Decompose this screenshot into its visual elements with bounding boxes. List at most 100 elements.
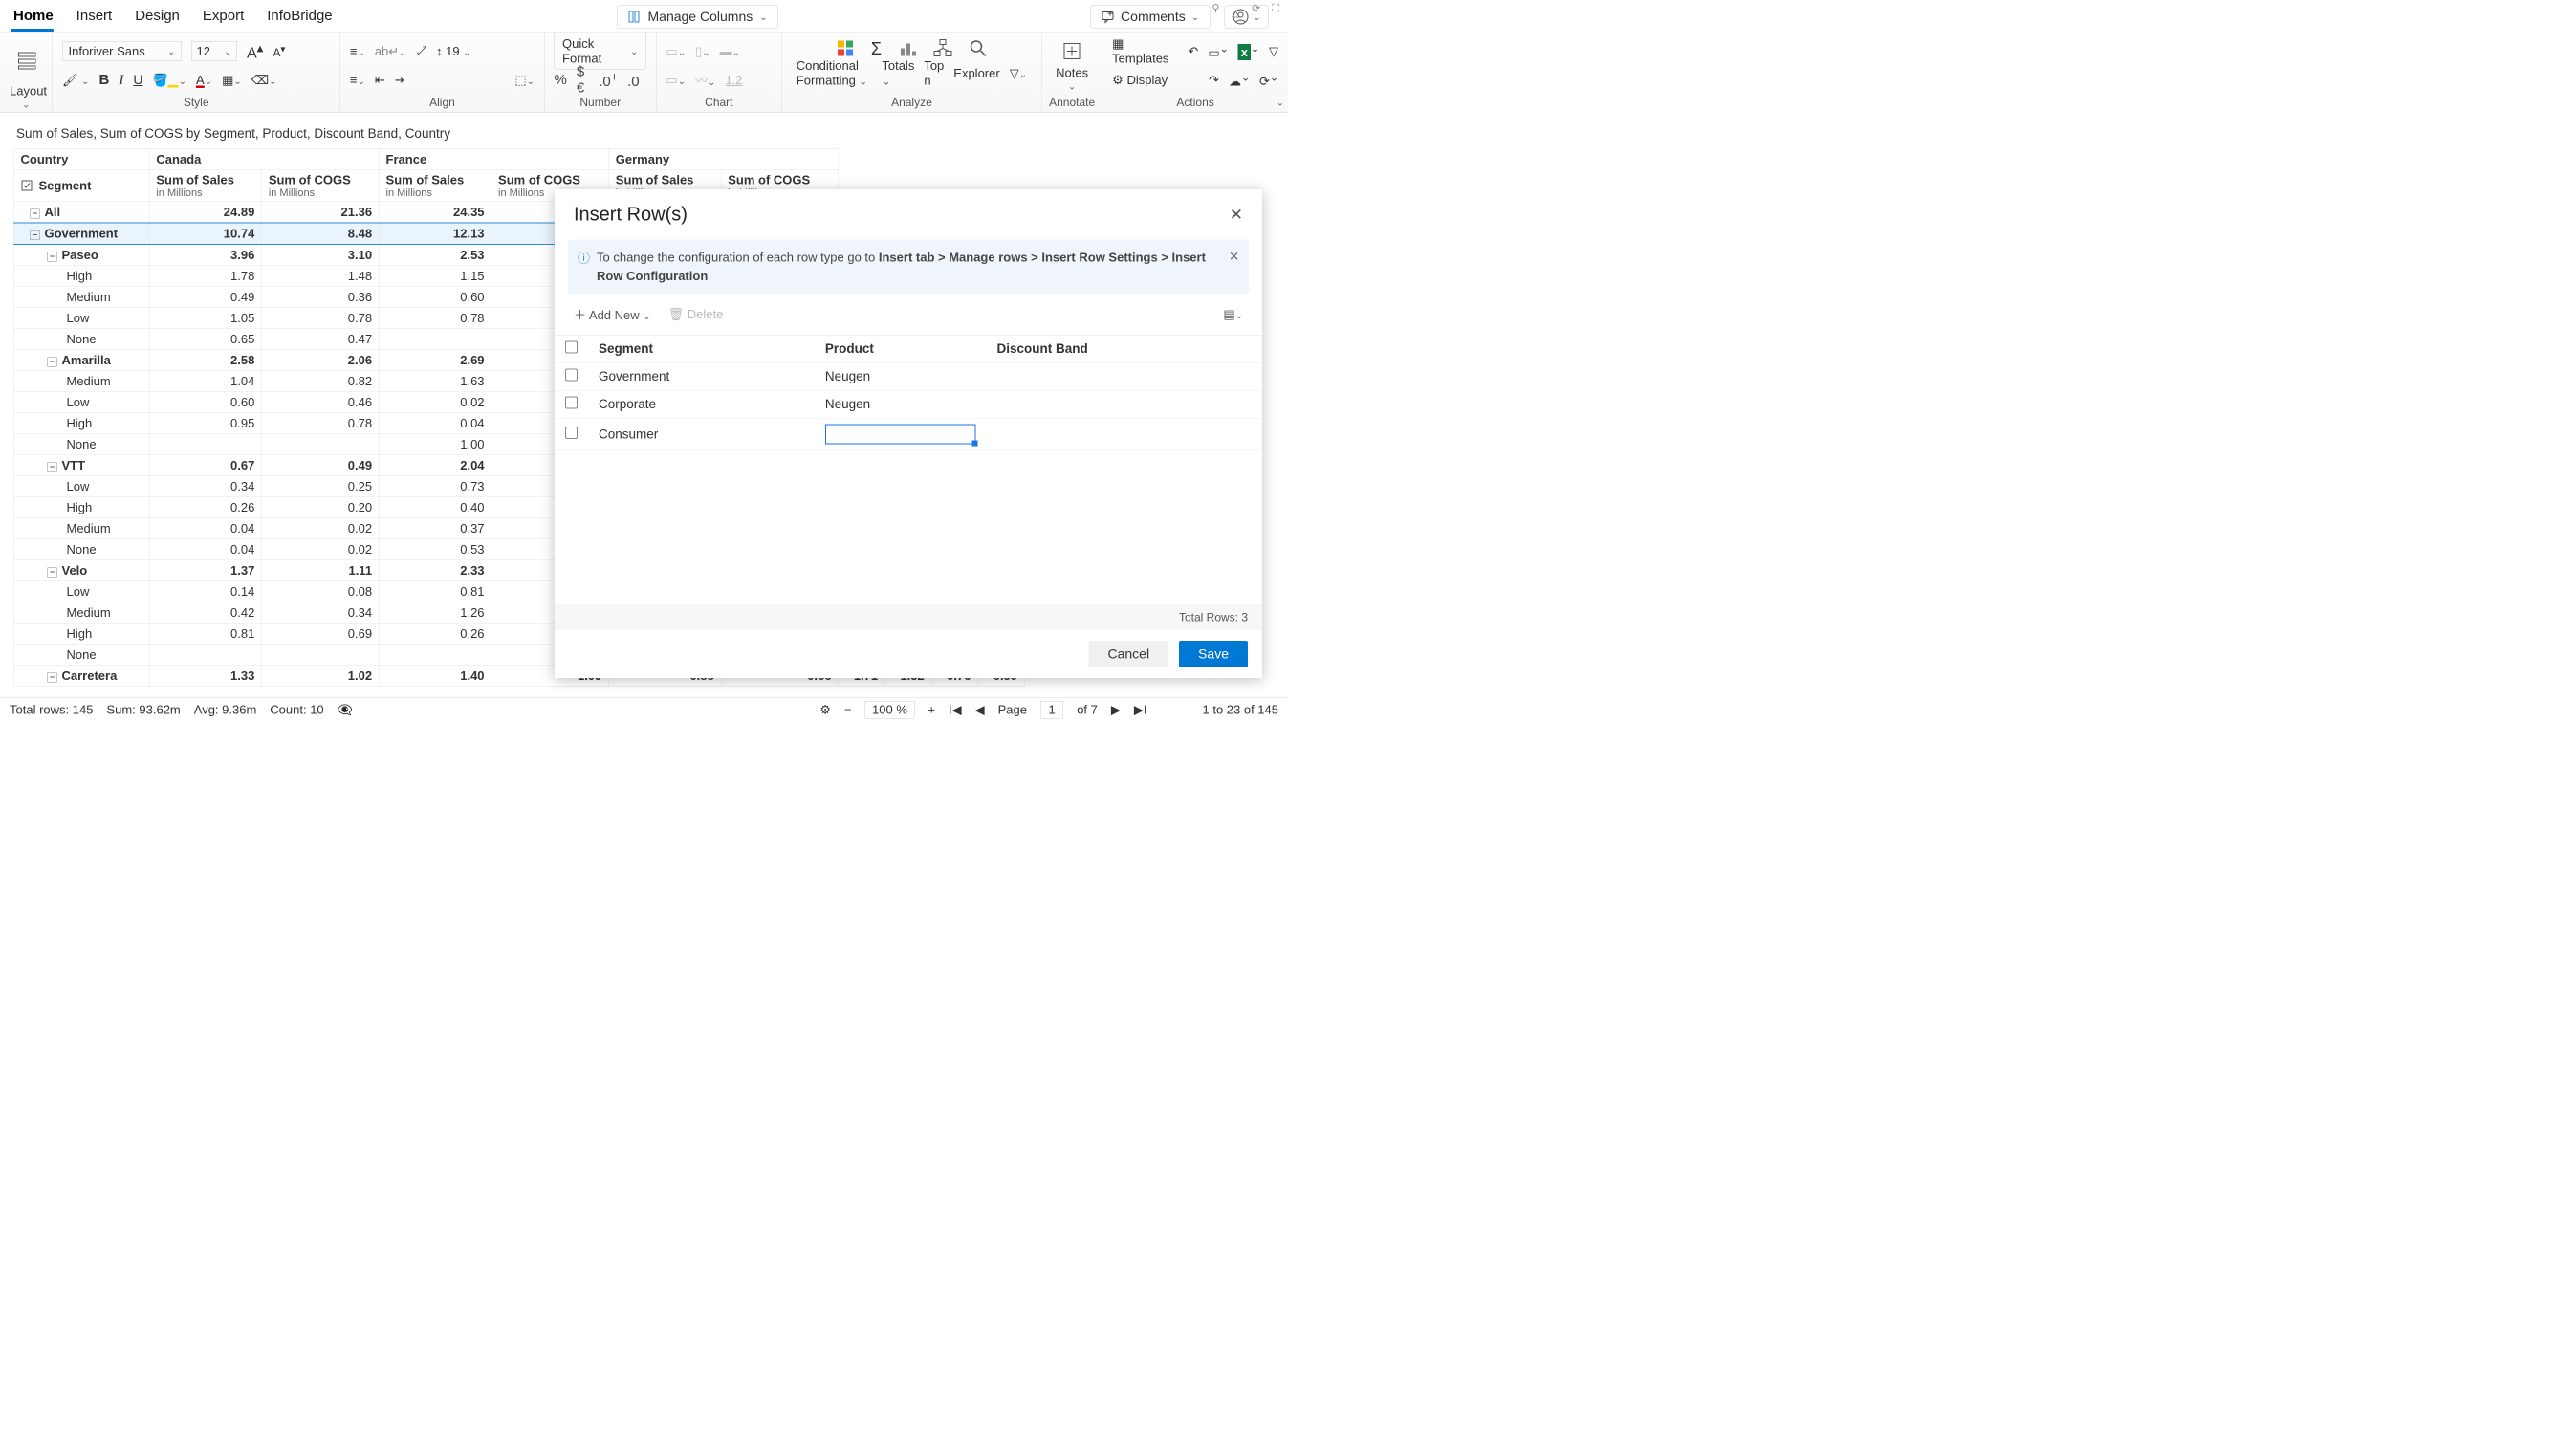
cell[interactable]: 0.49 [262,455,380,476]
cell[interactable]: 0.82 [262,371,380,392]
cell[interactable]: 0.65 [149,329,261,350]
chart-bar-icon[interactable]: ▭⌄ [666,44,686,59]
tab-insert[interactable]: Insert [76,4,113,28]
add-new-button[interactable]: ＋ Add New ⌄ [574,306,651,324]
notes-dd[interactable]: ⌄ [1052,80,1093,93]
close-icon[interactable]: ✕ [1230,205,1243,224]
cell[interactable]: 1.63 [379,371,491,392]
excel-icon[interactable]: x⌄ [1238,42,1259,59]
filter2-icon[interactable]: ▽ [1269,44,1278,59]
cell[interactable]: 1.40 [379,666,491,687]
visibility-icon[interactable]: 👁‍🗨 [338,703,353,718]
cell[interactable]: 0.14 [149,581,261,602]
dialog-table[interactable]: SegmentProductDiscount BandGovernmentNeu… [555,336,1262,451]
clear-format-button[interactable]: ⌫⌄ [251,73,277,88]
settings-icon[interactable]: ⚙ [819,703,831,718]
collapse-icon[interactable]: − [48,462,57,471]
tab-infobridge[interactable]: InfoBridge [267,4,332,28]
increase-decimal-button[interactable]: .0+ [599,70,618,90]
cell[interactable]: 0.37 [379,518,491,539]
italic-button[interactable]: I [119,72,123,88]
collapse-icon[interactable]: − [31,208,40,218]
info-close-icon[interactable]: ✕ [1229,248,1239,267]
row-checkbox[interactable] [565,397,578,409]
dlg-product-cell[interactable]: Neugen [815,362,987,390]
cell[interactable]: 0.60 [149,392,261,413]
quick-format-button[interactable]: Quick Format⌄ [555,33,646,70]
templates-button[interactable]: ▦ Templates [1112,36,1168,66]
cell[interactable]: 2.58 [149,350,261,371]
orientation-button[interactable]: ⤢ [417,44,426,59]
borders-button[interactable]: ▦⌄ [222,73,242,88]
decrease-decimal-button[interactable]: .0− [627,70,646,90]
cell[interactable]: 0.46 [262,392,380,413]
dlg-band-cell[interactable] [987,390,1262,418]
cell[interactable]: 1.05 [149,308,261,329]
dlg-segment-cell[interactable]: Consumer [588,418,815,450]
cell[interactable] [379,645,491,666]
cell[interactable]: 0.42 [149,602,261,624]
cell[interactable]: 0.40 [379,497,491,518]
wrap-text-button[interactable]: ab↵⌄ [375,44,407,59]
cell[interactable]: 0.53 [379,539,491,560]
chart-stack-icon[interactable]: ▯⌄ [695,44,710,59]
cell[interactable]: 1.04 [149,371,261,392]
zoom-in-button[interactable]: + [928,703,935,718]
align-h-button[interactable]: ≡⌄ [350,44,365,59]
dlg-product-cell[interactable] [815,418,987,450]
fill-color-button[interactable]: 🪣⌄ [152,73,186,88]
cell[interactable] [149,645,261,666]
cell[interactable] [262,434,380,455]
cell[interactable]: 1.78 [149,266,261,287]
cell[interactable]: 0.34 [262,602,380,624]
cell[interactable]: 0.36 [262,287,380,308]
cell[interactable]: 0.81 [379,581,491,602]
cell[interactable]: 0.04 [149,539,261,560]
edit-columns-icon[interactable]: ▤⌄ [1223,307,1243,322]
notes-button[interactable] [1061,41,1082,62]
cancel-button[interactable]: Cancel [1089,641,1169,667]
cell[interactable]: 1.37 [149,560,261,581]
collapse-icon[interactable]: − [31,230,40,240]
cell[interactable]: 1.15 [379,266,491,287]
cell[interactable]: 0.26 [379,624,491,645]
cell[interactable]: 0.95 [149,413,261,434]
cell[interactable] [262,645,380,666]
comments-button[interactable]: Comments⌄ [1091,5,1211,29]
row-checkbox[interactable] [565,369,578,382]
cell[interactable]: 2.04 [379,455,491,476]
cell[interactable]: 1.26 [379,602,491,624]
cell[interactable]: 0.78 [262,413,380,434]
collapse-icon[interactable]: − [48,567,57,577]
dlg-segment-cell[interactable]: Corporate [588,390,815,418]
cell[interactable]: 0.02 [379,392,491,413]
sync-icon[interactable]: ⟳⌄ [1259,71,1278,88]
chart-bullet-icon[interactable]: ▬⌄ [720,44,740,59]
zoom-out-button[interactable]: − [844,703,852,718]
cell[interactable]: 1.33 [149,666,261,687]
collapse-icon[interactable]: − [48,252,57,261]
redo-icon[interactable]: ↷ [1209,73,1219,88]
page-first-button[interactable]: I◀ [949,703,962,718]
cloud-icon[interactable]: ☁⌄ [1229,71,1250,88]
cell[interactable]: 0.60 [379,287,491,308]
cell[interactable]: 2.53 [379,244,491,265]
cell[interactable]: 0.02 [262,518,380,539]
cell[interactable] [379,329,491,350]
conditional-format-button[interactable] [836,39,855,59]
percent-button[interactable]: % [555,72,567,88]
dlg-band-cell[interactable] [987,362,1262,390]
cell[interactable]: 24.89 [149,202,261,223]
cell[interactable]: 0.73 [379,476,491,497]
font-color-button[interactable]: A⌄ [196,73,212,88]
filter-icon[interactable]: ▽⌄ [1010,66,1027,81]
decrease-indent-button[interactable]: ⇤ [375,73,385,88]
cell[interactable]: 3.10 [262,244,380,265]
totals-button[interactable]: Σ [871,39,882,59]
cell[interactable]: 0.47 [262,329,380,350]
sparkline-icon[interactable]: 〰⌄ [695,71,715,89]
cell[interactable]: 2.69 [379,350,491,371]
collapse-icon[interactable]: − [48,672,57,682]
tab-export[interactable]: Export [203,4,244,28]
page-next-button[interactable]: ▶ [1111,703,1121,718]
